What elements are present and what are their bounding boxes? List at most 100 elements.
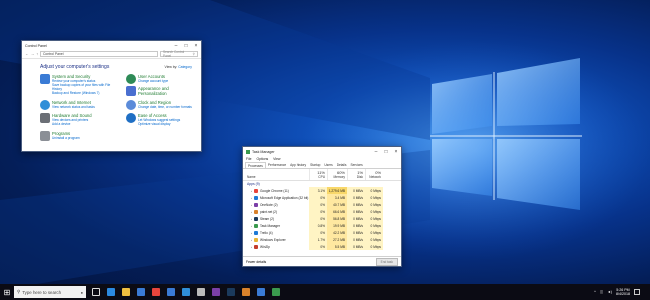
table-row[interactable]: › Microsoft Edge Application (32 bit) 0% 3.… [243,194,401,201]
tab-performance[interactable]: Performance [266,162,288,168]
task-manager-titlebar[interactable]: Task Manager – □ × [243,147,401,156]
maximize-icon[interactable]: □ [181,41,191,50]
close-icon[interactable]: × [391,147,401,156]
category-link[interactable]: Backup and Restore (Windows 7) [52,91,112,95]
control-panel-titlebar[interactable]: Control Panel – □ × [22,41,201,50]
up-icon[interactable]: ↑ [36,52,38,56]
category-user-accounts[interactable]: User Accounts Change account type [126,74,198,84]
forward-icon[interactable]: → [31,52,35,56]
column-network[interactable]: 0% Network [365,169,383,180]
task-view-icon[interactable] [92,288,100,296]
onenote-icon[interactable] [212,288,220,296]
control-panel-icon[interactable] [257,288,265,296]
view-by[interactable]: View by: Category [165,65,192,69]
column-disk[interactable]: 1% Disk [347,169,365,180]
chevron-right-icon[interactable]: › [251,224,252,228]
start-button[interactable]: ⊞ [0,284,14,300]
column-cpu[interactable]: 11% CPU [309,169,327,180]
chrome-icon[interactable] [152,288,160,296]
network-cell: 0 Mbps [365,243,383,250]
paint-icon[interactable] [242,288,250,296]
maximize-icon[interactable]: □ [381,147,391,156]
category-programs[interactable]: Programs Uninstall a program [40,131,112,141]
clock[interactable]: 5:26 PM 8/4/2018 [616,288,630,297]
tab-processes[interactable]: Processes [245,162,266,168]
minimize-icon[interactable]: – [171,41,181,50]
mail-icon[interactable] [167,288,175,296]
view-by-value[interactable]: Category [178,65,192,69]
volume-icon[interactable]: ◄) [607,290,612,294]
microphone-icon[interactable]: ● [81,290,83,295]
table-row[interactable]: › WinZip 0% 5.5 MB 0 MB/s 0 Mbps [243,243,401,250]
category-appearance[interactable]: Appearance and Personalization [126,86,198,96]
task-manager-icon[interactable] [272,288,280,296]
category-link[interactable]: Change date, time, or number formats [138,105,192,109]
notification-icon[interactable] [634,289,640,295]
category-network-internet[interactable]: Network and Internet View network status… [40,100,112,110]
table-row[interactable]: › paint.net (2) 0% 66.6 MB 0 MB/s 0 Mbps [243,208,401,215]
steam-icon[interactable] [227,288,235,296]
file-explorer-icon[interactable] [122,288,130,296]
category-link[interactable]: Uninstall a program [52,136,80,140]
menu-file[interactable]: File [246,157,251,161]
category-title[interactable]: Appearance and Personalization [138,86,198,96]
category-link[interactable]: Add a device [52,122,92,126]
fewer-details-link[interactable]: Fewer details [246,260,266,264]
category-link[interactable]: View network status and tasks [52,105,95,109]
search-input[interactable]: Search Control Panel ⚲ [160,50,198,58]
category-link[interactable]: Change account type [138,79,168,83]
table-row[interactable]: › Windows Explorer 1.7% 27.2 MB 0 MB/s 0 Mbps [243,236,401,243]
tab-startup[interactable]: Startup [308,162,322,168]
column-name[interactable]: Name [243,169,309,180]
category-link[interactable]: Optimize visual display [138,122,180,126]
tab-details[interactable]: Details [335,162,349,168]
table-row[interactable]: › Steam (2) 0% 56.8 MB 0 MB/s 0 Mbps [243,215,401,222]
close-icon[interactable]: × [191,41,201,50]
chevron-up-icon[interactable]: ^ [594,290,596,294]
chevron-right-icon[interactable]: › [251,231,252,235]
category-system-security[interactable]: System and Security Review your computer… [40,74,112,95]
network-cell: 0 Mbps [365,229,383,236]
table-row[interactable]: › OneNote (2) 0% 40.7 MB 0 MB/s 0 Mbps [243,201,401,208]
tab-services[interactable]: Services [348,162,364,168]
tab-users[interactable]: Users [322,162,334,168]
menu-view[interactable]: View [273,157,280,161]
table-row[interactable]: › Trello (4) 0% 42.2 MB 0 MB/s 0 Mbps [243,229,401,236]
photos-icon[interactable] [182,288,190,296]
back-icon[interactable]: ← [25,52,29,56]
taskbar-search[interactable]: ⚲ Type here to search ● [14,286,86,298]
edge-icon[interactable] [107,288,115,296]
table-row[interactable]: › Google Chrome (11) 3.1% 1,279.6 MB 0 MB/s 0… [243,187,401,194]
disk-cell: 0 MB/s [347,236,365,243]
address-bar[interactable]: Control Panel [39,51,158,57]
memory-cell: 5.5 MB [327,243,347,250]
tab-app-history[interactable]: App history [288,162,308,168]
category-ease-of-access[interactable]: Ease of Access Let Windows suggest setti… [126,113,198,126]
category-clock-region[interactable]: Clock and Region Change date, time, or n… [126,100,198,110]
task-manager-footer: Fewer details End task [243,256,401,266]
settings-icon[interactable] [197,288,205,296]
end-task-button[interactable]: End task [375,257,398,266]
chevron-right-icon[interactable]: › [251,196,252,200]
chevron-right-icon[interactable]: › [251,210,252,214]
chevron-right-icon[interactable]: › [251,189,252,193]
network-icon[interactable]: ◫ [600,290,603,294]
chevron-right-icon[interactable]: › [251,245,252,249]
column-memory[interactable]: 60% Memory [327,169,347,180]
chevron-right-icon[interactable]: › [251,238,252,242]
table-row[interactable]: › Task Manager 0.8% 19.9 MB 0 MB/s 0 Mbps [243,222,401,229]
chevron-right-icon[interactable]: › [251,203,252,207]
printer-icon [40,113,50,123]
disk-cell: 0 MB/s [347,222,365,229]
category-link[interactable]: Save backup copies of your files with Fi… [52,83,112,91]
menu-options[interactable]: Options [256,157,268,161]
disk-cell: 0 MB/s [347,229,365,236]
disk-cell: 0 MB/s [347,215,365,222]
taskbar: ⊞ ⚲ Type here to search ● ^ ◫ ◄) 5:26 PM… [0,284,650,300]
disk-cell: 0 MB/s [347,243,365,250]
chevron-right-icon[interactable]: › [251,217,252,221]
network-cell: 0 Mbps [365,194,383,201]
store-icon[interactable] [137,288,145,296]
minimize-icon[interactable]: – [371,147,381,156]
category-hardware-sound[interactable]: Hardware and Sound View devices and prin… [40,113,112,126]
